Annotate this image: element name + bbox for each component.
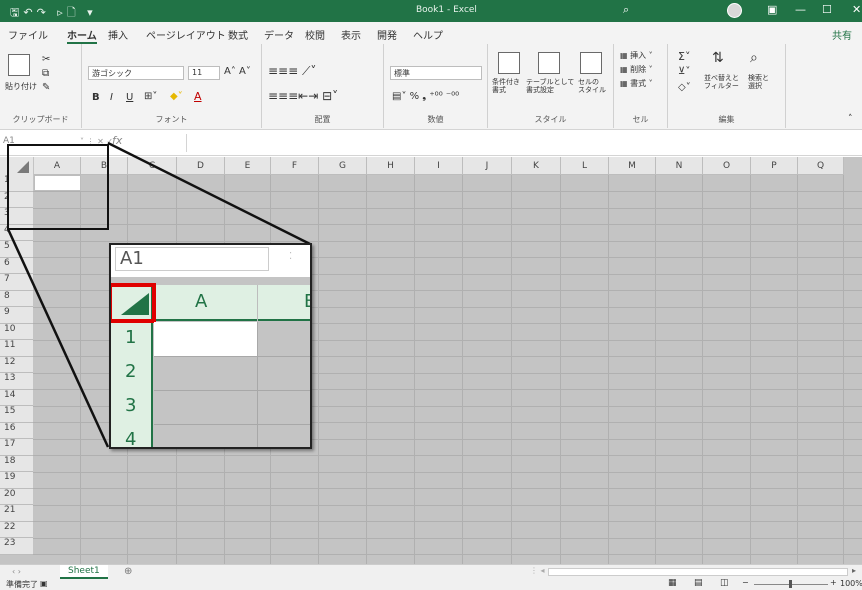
zoom-gridline [257, 322, 258, 447]
highlight-box [111, 283, 156, 323]
zoom-row-2: 2 [125, 361, 137, 382]
page-layout-icon[interactable]: ▤ [694, 578, 703, 588]
hscroll-right[interactable]: ▸ [852, 566, 856, 575]
zoom-gridline [154, 390, 310, 391]
status-bar: 準備完了 ▣ ▦ ▤ ◫ − + 100% [0, 578, 862, 590]
zoom-in-icon[interactable]: + [830, 578, 837, 587]
zoom-slider-thumb[interactable] [789, 580, 792, 588]
hscroll-left[interactable]: ⋮ ◂ [530, 566, 545, 575]
zoom-gridline [154, 424, 310, 425]
zoom-col-a: A [195, 291, 208, 312]
zoom-row-4: 4 [125, 429, 137, 449]
zoom-callout: A1 ⁚ A B 1 2 3 4 [109, 243, 312, 449]
sheet-tab-sheet1[interactable]: Sheet1 [60, 565, 108, 579]
zoom-gridline [154, 356, 310, 357]
zoom-dots: ⁚ [289, 251, 293, 262]
page-break-icon[interactable]: ◫ [720, 578, 729, 588]
zoom-out-icon[interactable]: − [742, 578, 749, 587]
zoom-cell-a1 [154, 322, 257, 356]
macro-record-icon[interactable]: ▣ [40, 579, 48, 588]
status-text: 準備完了 [6, 580, 38, 589]
sheet-nav-arrows[interactable]: ‹ › [12, 567, 21, 576]
zoom-namebox: A1 [115, 247, 269, 271]
sheet-tab-bar: ‹ › Sheet1 ⊕ ⋮ ◂ ▸ [0, 564, 862, 579]
add-sheet-icon[interactable]: ⊕ [124, 566, 132, 577]
horizontal-scrollbar[interactable] [548, 568, 848, 576]
zoom-row-3: 3 [125, 395, 137, 416]
zoom-row-1: 1 [125, 327, 137, 348]
zoom-level[interactable]: 100% [840, 579, 862, 588]
zoom-formula-area: A1 ⁚ [111, 245, 310, 277]
normal-view-icon[interactable]: ▦ [668, 578, 677, 588]
zoom-col-b: B [304, 291, 310, 312]
zoom-col-divider [257, 285, 258, 321]
